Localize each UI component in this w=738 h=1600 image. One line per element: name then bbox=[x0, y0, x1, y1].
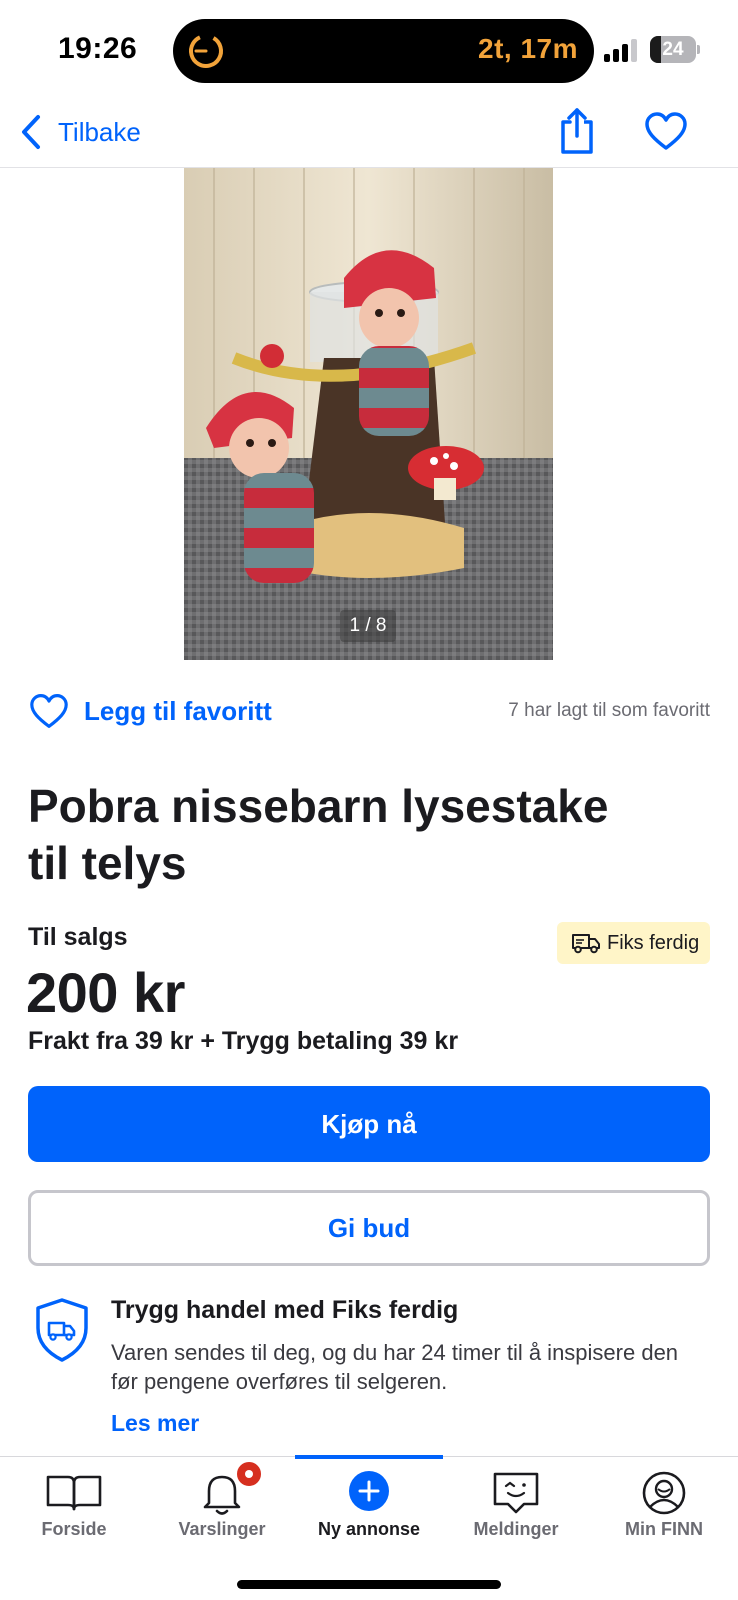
tab-label: Forside bbox=[41, 1519, 107, 1539]
dynamic-island[interactable]: 2t, 17m bbox=[173, 19, 594, 83]
safe-trade-info: Trygg handel med Fiks ferdig Varen sende… bbox=[28, 1292, 710, 1442]
battery-level: 24 bbox=[662, 39, 684, 60]
place-bid-button[interactable]: Gi bud bbox=[28, 1190, 710, 1266]
shipping-info: Frakt fra 39 kr + Trygg betaling 39 kr bbox=[28, 1027, 459, 1055]
tab-forside[interactable]: Forside bbox=[0, 1457, 148, 1557]
notification-badge bbox=[234, 1459, 264, 1489]
fiks-ferdig-badge: Fiks ferdig bbox=[557, 922, 710, 964]
signal-icon bbox=[604, 38, 640, 62]
battery-icon: 24 bbox=[650, 36, 700, 63]
tab-meldinger[interactable]: Meldinger bbox=[442, 1457, 590, 1557]
book-icon bbox=[46, 1475, 102, 1511]
price: 200 kr bbox=[26, 961, 185, 1024]
read-more-link[interactable]: Les mer bbox=[111, 1410, 199, 1437]
share-icon[interactable] bbox=[556, 106, 598, 156]
active-tab-indicator bbox=[295, 1455, 443, 1459]
safe-trade-heading: Trygg handel med Fiks ferdig bbox=[111, 1296, 459, 1324]
product-image[interactable]: 1 / 8 bbox=[184, 168, 553, 660]
status-time: 19:26 bbox=[58, 32, 138, 65]
tab-label: Ny annonse bbox=[317, 1519, 421, 1539]
back-label: Tilbake bbox=[58, 116, 141, 147]
home-indicator[interactable] bbox=[237, 1580, 501, 1589]
nav-header: Tilbake bbox=[0, 100, 738, 168]
tab-ny-annonse[interactable]: Ny annonse bbox=[295, 1455, 443, 1557]
tab-label: Min FINN bbox=[625, 1519, 703, 1539]
plus-circle-icon bbox=[349, 1471, 389, 1511]
profile-icon bbox=[642, 1471, 686, 1515]
back-button[interactable]: Tilbake bbox=[20, 110, 141, 154]
heart-outline-icon[interactable] bbox=[644, 110, 688, 152]
sale-type-label: Til salgs bbox=[28, 923, 128, 951]
tab-min-finn[interactable]: Min FINN bbox=[590, 1457, 738, 1557]
badge-label: Fiks ferdig bbox=[607, 931, 700, 954]
safe-trade-body: Varen sendes til deg, og du har 24 timer… bbox=[111, 1340, 679, 1394]
add-favorite-link[interactable]: Legg til favoritt bbox=[28, 688, 272, 734]
listing-title-line2: til telys bbox=[28, 837, 187, 889]
tab-bar: Forside Varslinger Ny annonse Meldinger bbox=[0, 1455, 738, 1600]
tab-label: Meldinger bbox=[473, 1519, 559, 1539]
tab-varslinger[interactable]: Varslinger bbox=[148, 1457, 296, 1557]
product-photo bbox=[184, 168, 553, 660]
favorite-row: Legg til favoritt 7 har lagt til som fav… bbox=[28, 688, 710, 734]
listing-title-line1: Pobra nissebarn lysestake bbox=[28, 780, 609, 832]
delivery-truck-icon bbox=[572, 934, 600, 954]
status-bar: 19:26 2t, 17m 24 bbox=[0, 0, 738, 100]
add-favorite-label: Legg til favoritt bbox=[84, 695, 272, 726]
chevron-left-icon bbox=[22, 115, 40, 149]
buy-now-button[interactable]: Kjøp nå bbox=[28, 1086, 710, 1162]
heart-outline-icon bbox=[30, 694, 68, 728]
listing-title: Pobra nissebarn lysestake til telys bbox=[28, 778, 688, 892]
shield-truck-icon bbox=[36, 1298, 88, 1362]
tab-label: Varslinger bbox=[178, 1519, 266, 1539]
timer-icon bbox=[189, 34, 223, 68]
image-counter: 1 / 8 bbox=[340, 610, 396, 642]
timer-text: 2t, 17m bbox=[478, 33, 578, 64]
chat-icon bbox=[493, 1472, 539, 1514]
favorite-count: 7 har lagt til som favoritt bbox=[508, 700, 710, 721]
